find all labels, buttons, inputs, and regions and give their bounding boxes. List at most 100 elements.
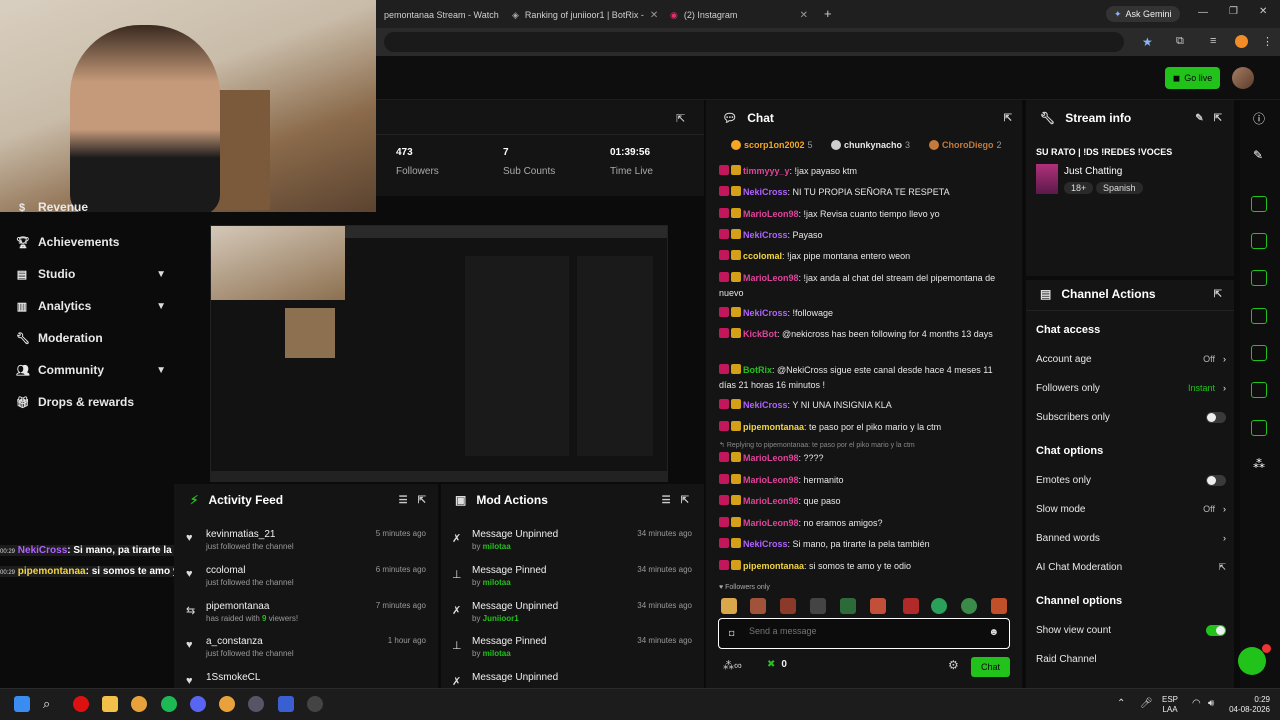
chat-username[interactable]: KickBot — [743, 329, 777, 339]
emote-icon[interactable] — [810, 598, 826, 614]
sidebar-item-community[interactable]: 👥︎ Community ▼ — [16, 360, 166, 380]
go-live-button[interactable]: ◼ Go live — [1165, 67, 1220, 89]
chat-username[interactable]: BotRix — [743, 365, 772, 375]
maximize-icon[interactable]: ❐ — [1229, 6, 1238, 17]
raid-channel-row[interactable]: Raid Channel — [1036, 651, 1226, 667]
chat-username[interactable]: NekiCross — [743, 308, 788, 318]
support-chat-button[interactable] — [1238, 647, 1266, 675]
avatar[interactable] — [1232, 67, 1254, 89]
emote-icon[interactable] — [961, 598, 977, 614]
banned-words-row[interactable]: Banned words › — [1036, 530, 1226, 546]
popout-icon[interactable]: ⇱ — [681, 495, 689, 506]
category-name[interactable]: Just Chatting — [1064, 166, 1122, 177]
feed-user[interactable]: ccolomal — [206, 565, 245, 576]
microphone-icon[interactable]: 🎤︎ — [1140, 698, 1153, 709]
minimize-icon[interactable]: — — [1198, 7, 1208, 18]
chat-username[interactable]: NekiCross — [743, 539, 788, 549]
chat-message[interactable]: MarioLeon98: ???? — [719, 451, 1009, 466]
chat-username[interactable]: pipemontanaa — [743, 422, 804, 432]
profile-icon[interactable] — [1235, 35, 1248, 48]
slow-mode-row[interactable]: Slow mode Off › — [1036, 501, 1226, 517]
stream-preview[interactable] — [210, 225, 668, 482]
chat-username[interactable]: MarioLeon98 — [743, 475, 799, 485]
chat-username[interactable]: MarioLeon98 — [743, 453, 799, 463]
chat-message[interactable]: MarioLeon98: hermanito — [719, 473, 1009, 488]
tab-stream[interactable]: pemontanaa Stream - Watch✕ — [376, 4, 502, 26]
mod-user[interactable]: milotaa — [483, 649, 511, 658]
account-age-row[interactable]: Account age Off › — [1036, 351, 1226, 367]
discord-icon[interactable] — [190, 696, 206, 712]
emote-icon[interactable] — [721, 598, 737, 614]
chat-username[interactable]: NekiCross — [743, 400, 788, 410]
chat-message[interactable]: NekiCross: NI TU PROPIA SEÑORA TE RESPET… — [719, 185, 1009, 200]
emotes-only-toggle[interactable] — [1206, 474, 1226, 486]
mod-user[interactable]: milotaa — [483, 578, 511, 587]
chat-message[interactable]: NekiCross: !followage — [719, 306, 1009, 321]
chat-username[interactable]: timmyyy_y — [743, 166, 790, 176]
tab-instagram[interactable]: ◉ (2) Instagram ✕ — [662, 4, 816, 26]
search-icon[interactable]: ⌕ — [43, 696, 50, 712]
steam-icon[interactable] — [248, 696, 264, 712]
wifi-icon[interactable]: ◠ — [1192, 698, 1201, 709]
mod-user[interactable]: milotaa — [483, 542, 511, 551]
chat-message[interactable]: MarioLeon98: no eramos amigos? — [719, 516, 1009, 531]
chat-message[interactable]: MarioLeon98: !jax anda al chat del strea… — [719, 271, 1009, 301]
sidebar-item-analytics[interactable]: ▥ Analytics ▼ — [16, 296, 166, 316]
close-icon[interactable]: ✕ — [650, 10, 658, 21]
broadcast-icon[interactable] — [1251, 345, 1267, 361]
language-indicator[interactable]: ESP LAA — [1162, 695, 1178, 715]
file-explorer-icon[interactable] — [102, 696, 118, 712]
leader-name[interactable]: scorp1on2002 — [744, 140, 805, 150]
leader-name[interactable]: ChoroDiego — [942, 140, 994, 150]
mod-user[interactable]: Juniioor1 — [483, 614, 519, 623]
tab-botrix[interactable]: ◈ Ranking of juniioor1 | BotRix - ✕ — [504, 4, 658, 26]
popout-icon[interactable]: ⇱ — [418, 495, 426, 506]
leader-name[interactable]: chunkynacho — [844, 140, 902, 150]
omnibox[interactable] — [384, 32, 1124, 52]
sidebar-item-drops[interactable]: 🎁︎ Drops & rewards — [16, 392, 166, 412]
emote-icon[interactable] — [750, 598, 766, 614]
chat-send-button[interactable]: Chat — [971, 657, 1010, 677]
emote-icon[interactable] — [780, 598, 796, 614]
app-icon[interactable] — [73, 696, 89, 712]
chat-message[interactable]: MarioLeon98: !jax Revisa cuanto tiempo l… — [719, 207, 1009, 222]
filter-icon[interactable]: ☰ — [662, 495, 671, 506]
followers-only-row[interactable]: Followers only Instant › — [1036, 380, 1226, 396]
close-icon[interactable]: ✕ — [800, 10, 808, 21]
chat-username[interactable]: ccolomal — [743, 251, 782, 261]
chat-username[interactable]: NekiCross — [743, 187, 788, 197]
windows-start-icon[interactable] — [14, 696, 30, 712]
chat-message[interactable]: MarioLeon98: que paso — [719, 494, 1009, 509]
mod-icon[interactable] — [1251, 382, 1267, 398]
chevron-up-icon[interactable]: ⌃ — [1117, 698, 1125, 709]
sidebar-item-achievements[interactable]: 🏆︎ Achievements — [16, 232, 166, 252]
popout-icon[interactable]: ⇱ — [1214, 113, 1222, 124]
emote-icon[interactable] — [991, 598, 1007, 614]
ask-gemini-button[interactable]: ✦ Ask Gemini — [1106, 6, 1180, 22]
emote-icon[interactable] — [840, 598, 856, 614]
chat-input-box[interactable]: ◘ ☻ — [718, 618, 1010, 649]
show-view-count-toggle[interactable] — [1206, 624, 1226, 636]
emote-icon[interactable] — [931, 598, 947, 614]
media-icon[interactable]: ≡ — [1210, 35, 1216, 47]
focus-icon[interactable] — [1251, 196, 1267, 212]
obs-icon[interactable] — [307, 696, 323, 712]
infinity-icon[interactable]: ⁂∞ — [723, 659, 742, 672]
chat-message[interactable]: pipemontanaa: te paso por el piko mario … — [719, 420, 1009, 435]
feed-user[interactable]: pipemontanaa — [206, 601, 269, 612]
emoji-icon[interactable]: ☻ — [988, 627, 999, 638]
popout-icon[interactable]: ⇱ — [1214, 289, 1222, 300]
emote-icon[interactable] — [870, 598, 886, 614]
spotify-icon[interactable] — [161, 696, 177, 712]
chat-username[interactable]: NekiCross — [743, 230, 788, 240]
wrench-icon[interactable] — [1251, 420, 1267, 436]
info-icon[interactable]: ⓘ — [1253, 110, 1265, 127]
volume-icon[interactable]: 🔊︎ — [1208, 698, 1214, 709]
chrome-icon[interactable] — [131, 696, 147, 712]
chat-input[interactable] — [749, 626, 979, 636]
sidebar-item-revenue[interactable]: $ Revenue — [16, 202, 166, 214]
chat-username[interactable]: MarioLeon98 — [743, 518, 799, 528]
emote-icon[interactable] — [903, 598, 919, 614]
chat-message[interactable]: NekiCross: Si mano, pa tirarte la pela t… — [719, 537, 1009, 552]
document-icon[interactable] — [1251, 270, 1267, 286]
